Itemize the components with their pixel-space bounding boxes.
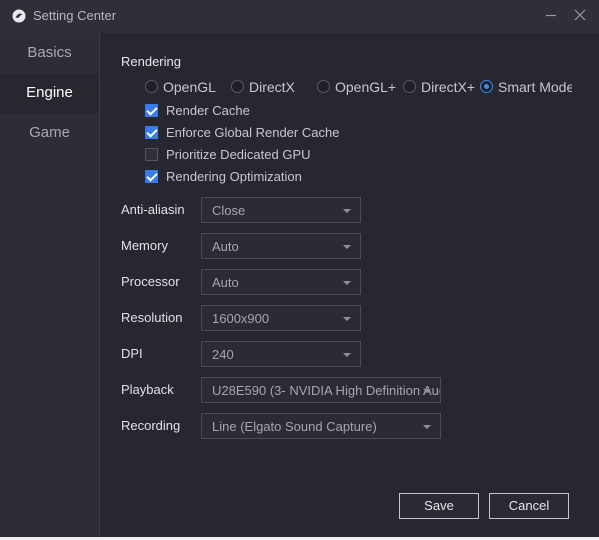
anti-aliasing-label: Anti-aliasing — [121, 202, 185, 217]
processor-label: Processor — [121, 274, 180, 289]
title-bar: Setting Center — [0, 0, 599, 33]
recording-select[interactable]: Line (Elgato Sound Capture) — [201, 413, 441, 439]
chevron-down-icon — [343, 209, 351, 213]
radio-circle[interactable] — [317, 80, 330, 93]
window-title: Setting Center — [33, 8, 117, 23]
save-button[interactable]: Save — [399, 493, 479, 519]
radio-smart-mode[interactable]: Smart Mode — [480, 79, 572, 95]
dpi-select[interactable]: 240 — [201, 341, 361, 367]
chevron-down-icon — [423, 389, 431, 393]
chevron-down-icon — [343, 245, 351, 249]
close-icon[interactable] — [572, 7, 588, 23]
engine-settings-panel: Rendering OpenGL DirectX OpenGL+ DirectX… — [100, 33, 599, 537]
checkbox-box[interactable] — [145, 126, 158, 139]
playback-select[interactable]: U28E590 (3- NVIDIA High Definition Audio… — [201, 377, 441, 403]
checkbox-box[interactable] — [145, 104, 158, 117]
chevron-down-icon — [423, 425, 431, 429]
minimize-icon[interactable] — [543, 7, 559, 23]
memory-select[interactable]: Auto — [201, 233, 361, 259]
radio-circle[interactable] — [480, 80, 493, 93]
sidebar-item-game[interactable]: Game — [0, 113, 99, 153]
processor-select[interactable]: Auto — [201, 269, 361, 295]
sidebar-item-engine[interactable]: Engine — [0, 73, 99, 113]
dpi-label: DPI — [121, 346, 143, 361]
chevron-down-icon — [343, 353, 351, 357]
checkbox-box[interactable] — [145, 148, 158, 161]
radio-circle[interactable] — [231, 80, 244, 93]
memory-label: Memory — [121, 238, 168, 253]
chevron-down-icon — [343, 317, 351, 321]
cancel-button[interactable]: Cancel — [489, 493, 569, 519]
playback-label: Playback — [121, 382, 174, 397]
recording-label: Recording — [121, 418, 181, 433]
sidebar: Basics Engine Game — [0, 33, 100, 537]
app-logo-icon — [12, 9, 26, 23]
resolution-label: Resolution — [121, 310, 183, 325]
rendering-section-title: Rendering — [121, 54, 181, 69]
checkbox-box[interactable] — [145, 170, 158, 183]
chevron-down-icon — [343, 281, 351, 285]
radio-circle[interactable] — [145, 80, 158, 93]
anti-aliasing-select[interactable]: Close — [201, 197, 361, 223]
sidebar-item-basics[interactable]: Basics — [0, 33, 99, 73]
resolution-select[interactable]: 1600x900 — [201, 305, 361, 331]
radio-circle[interactable] — [403, 80, 416, 93]
